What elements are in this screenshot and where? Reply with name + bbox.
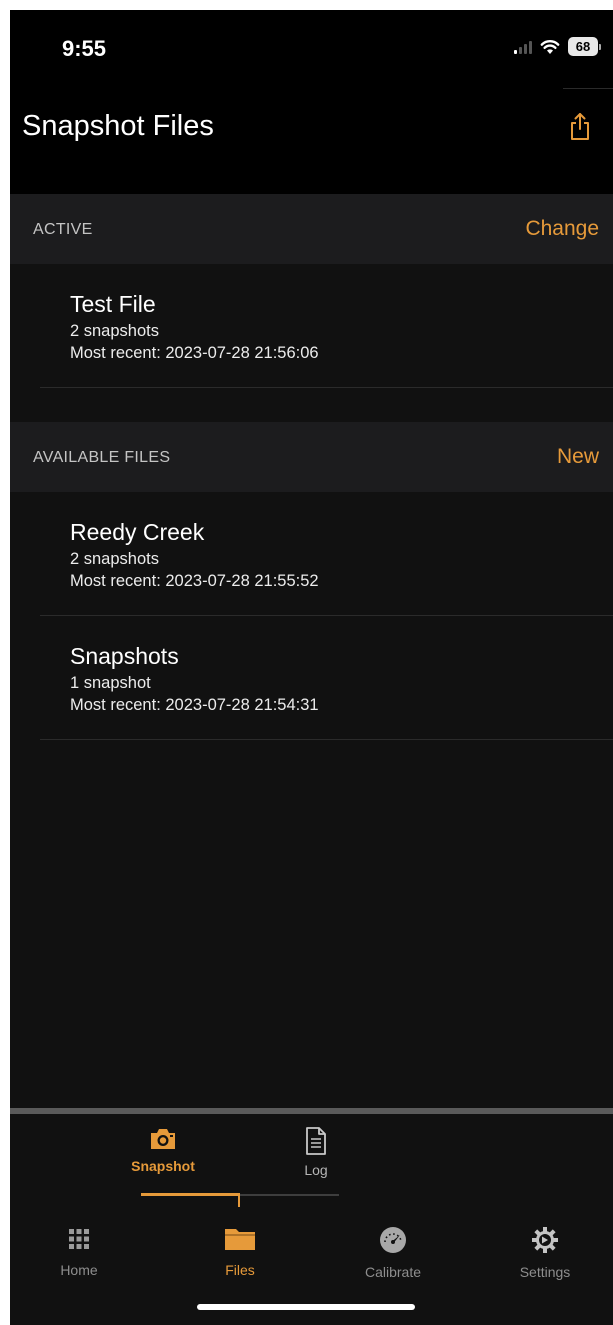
active-file-list: Test File 2 snapshots Most recent: 2023-…: [10, 264, 613, 422]
cellular-signal-icon: [514, 40, 532, 54]
wifi-icon: [540, 39, 560, 54]
available-file-list: Reedy Creek 2 snapshots Most recent: 202…: [10, 492, 613, 1108]
file-snapshot-count: 2 snapshots: [70, 550, 159, 568]
grid-icon: [69, 1229, 89, 1249]
gear-icon: [532, 1227, 558, 1253]
status-icons: 68: [514, 37, 601, 56]
bottom-navigation: Snapshot Log Home Files Calibrate Settin…: [10, 1108, 613, 1325]
section-header-available: AVAILABLE FILES New: [10, 422, 613, 492]
file-snapshot-count: 2 snapshots: [70, 322, 159, 340]
subtab-label: Log: [304, 1162, 328, 1178]
navigation-header: Snapshot Files: [10, 80, 613, 190]
battery-icon: 68: [568, 37, 601, 56]
file-most-recent: Most recent: 2023-07-28 21:54:31: [70, 696, 319, 714]
list-item[interactable]: Test File 2 snapshots Most recent: 2023-…: [40, 264, 613, 388]
section-header-active: ACTIVE Change: [10, 194, 613, 264]
file-most-recent: Most recent: 2023-07-28 21:56:06: [70, 344, 319, 362]
status-bar: 9:55 68: [10, 10, 613, 80]
file-title: Test File: [70, 291, 156, 317]
folder-icon: [225, 1229, 255, 1250]
status-time: 9:55: [62, 36, 107, 61]
file-most-recent: Most recent: 2023-07-28 21:55:52: [70, 572, 319, 590]
battery-level: 68: [568, 37, 598, 56]
tab-label: Settings: [519, 1264, 571, 1280]
subtab-log[interactable]: Log: [276, 1126, 356, 1178]
tab-home[interactable]: Home: [24, 1226, 134, 1278]
tab-settings[interactable]: Settings: [490, 1226, 600, 1280]
subtab-indicator: [141, 1193, 240, 1196]
list-item[interactable]: Snapshots 1 snapshot Most recent: 2023-0…: [40, 616, 613, 740]
camera-icon: [151, 1129, 175, 1149]
new-button[interactable]: New: [557, 445, 599, 469]
tab-files[interactable]: Files: [185, 1226, 295, 1278]
home-indicator[interactable]: [197, 1304, 415, 1310]
section-label-available: AVAILABLE FILES: [33, 449, 171, 466]
list-item[interactable]: Reedy Creek 2 snapshots Most recent: 202…: [40, 492, 613, 616]
subtab-snapshot[interactable]: Snapshot: [123, 1126, 203, 1174]
document-icon: [306, 1127, 326, 1155]
section-label-active: ACTIVE: [33, 221, 93, 238]
file-title: Reedy Creek: [70, 519, 205, 545]
change-button[interactable]: Change: [525, 217, 599, 241]
tab-calibrate[interactable]: Calibrate: [338, 1226, 448, 1280]
tab-label: Files: [225, 1262, 255, 1278]
file-snapshot-count: 1 snapshot: [70, 674, 151, 692]
page-title: Snapshot Files: [22, 110, 214, 142]
file-title: Snapshots: [70, 643, 179, 669]
bottom-divider: [10, 1108, 613, 1114]
subtab-indicator-notch: [238, 1193, 240, 1207]
app-screen: 9:55 68 Snapshot Files ACTIVE Change Tes…: [10, 10, 613, 1325]
tab-label: Calibrate: [364, 1264, 422, 1280]
gauge-icon: [380, 1227, 406, 1253]
header-divider: [563, 88, 613, 89]
share-icon[interactable]: [567, 112, 593, 142]
subtab-label: Snapshot: [131, 1158, 195, 1174]
tab-label: Home: [60, 1262, 98, 1278]
